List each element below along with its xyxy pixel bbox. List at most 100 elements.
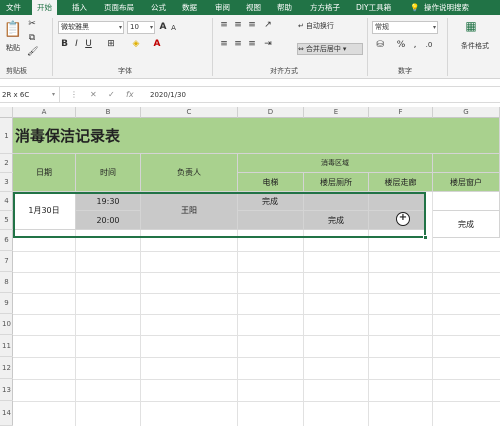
row-headers: 1 2 3 4 5 6 7 8 9 10 11 12 13 14 — [0, 118, 13, 426]
name-box[interactable]: 2R x 6C — [0, 87, 60, 103]
cell-e4[interactable] — [304, 192, 369, 211]
cell-g5[interactable]: 完成 — [433, 211, 500, 238]
date-cell[interactable]: 1月30日 — [13, 192, 76, 230]
cut-icon[interactable]: ✂ — [27, 19, 37, 30]
fill-color-icon[interactable]: ◈ — [130, 39, 142, 50]
row-header-11[interactable]: 11 — [0, 335, 13, 357]
comma-style-icon[interactable]: , — [410, 40, 420, 51]
cell-e5[interactable]: 完成 — [304, 211, 369, 230]
font-color-icon[interactable]: A — [152, 39, 162, 50]
column-header-a[interactable]: A — [13, 107, 76, 118]
column-header-e[interactable]: E — [304, 107, 369, 118]
tab-insert[interactable]: 插入 — [72, 0, 87, 15]
time-cell-2[interactable]: 20:00 — [76, 211, 141, 230]
formula-content[interactable]: 2020/1/30 — [150, 87, 186, 103]
copy-icon[interactable]: ⧉ — [27, 33, 37, 44]
align-right-icon[interactable]: ≡ — [246, 39, 258, 50]
cancel-icon[interactable]: ✕ — [90, 87, 97, 103]
header-date[interactable]: 日期 — [13, 154, 76, 192]
row-header-12[interactable]: 12 — [0, 357, 13, 379]
increase-decimal-icon[interactable]: .0 — [423, 40, 435, 51]
header-person[interactable]: 负责人 — [141, 154, 238, 192]
currency-icon[interactable]: ⛁ — [374, 40, 386, 51]
header-corridor[interactable]: 楼层走廊 — [369, 173, 433, 192]
header-area[interactable]: 消毒区域 — [238, 154, 433, 173]
row-header-1[interactable]: 1 — [0, 118, 13, 154]
chevron-down-icon: ▾ — [118, 24, 122, 31]
align-left-icon[interactable]: ≡ — [218, 39, 230, 50]
tell-me-search[interactable]: 操作说明搜索 — [424, 0, 469, 15]
header-window[interactable]: 楼层窗户 — [433, 173, 500, 192]
align-top-icon[interactable]: ≡ — [218, 20, 230, 31]
italic-icon[interactable]: I — [72, 39, 81, 50]
time-cell-1[interactable]: 19:30 — [76, 192, 141, 211]
align-center-icon[interactable]: ≡ — [232, 39, 244, 50]
shrink-font-icon[interactable]: A — [169, 23, 178, 34]
tab-diy-toolbox[interactable]: DIY工具箱 — [356, 0, 391, 15]
function-icon[interactable]: fx — [126, 87, 134, 103]
chevron-down-icon[interactable]: ▾ — [52, 87, 55, 103]
enter-icon[interactable]: ✓ — [108, 87, 115, 103]
merge-center-button[interactable]: ⇔ 合并后居中 ▾ — [297, 43, 363, 55]
row-header-6[interactable]: 6 — [0, 230, 13, 251]
tab-file[interactable]: 文件 — [6, 0, 21, 15]
align-bottom-icon[interactable]: ≡ — [246, 20, 258, 31]
more-icon: ⋮ — [70, 90, 78, 99]
row-header-4[interactable]: 4 — [0, 192, 13, 211]
tab-page-layout[interactable]: 页面布局 — [104, 0, 134, 15]
ribbon-tab-bar: 文件 开始 插入 页面布局 公式 数据 审阅 视图 帮助 方方格子 DIY工具箱… — [0, 0, 500, 15]
borders-icon[interactable]: ⊞ — [105, 39, 117, 50]
align-middle-icon[interactable]: ≡ — [232, 20, 244, 31]
row-header-13[interactable]: 13 — [0, 379, 13, 401]
cell-g4[interactable] — [433, 192, 500, 211]
format-painter-icon[interactable]: 🖌 — [27, 47, 38, 58]
column-header-c[interactable]: C — [141, 107, 238, 118]
conditional-format-button[interactable]: 条件格式 — [452, 41, 498, 51]
percent-icon[interactable]: % — [396, 40, 406, 51]
select-all-corner[interactable] — [0, 107, 13, 118]
header-time[interactable]: 时间 — [76, 154, 141, 192]
row-header-14[interactable]: 14 — [0, 401, 13, 426]
row-header-10[interactable]: 10 — [0, 314, 13, 335]
column-header-f[interactable]: F — [369, 107, 433, 118]
cell-d5[interactable] — [238, 211, 304, 230]
header-toilet[interactable]: 楼层厕所 — [304, 173, 369, 192]
column-header-g[interactable]: G — [433, 107, 500, 118]
wrap-text-button[interactable]: ↵ 自动换行 — [298, 20, 348, 32]
tab-review[interactable]: 审阅 — [215, 0, 230, 15]
tab-view[interactable]: 视图 — [246, 0, 261, 15]
paste-button[interactable]: 粘贴 — [3, 43, 23, 53]
row-header-8[interactable]: 8 — [0, 272, 13, 293]
gridline — [75, 230, 76, 426]
cursor-move-icon: + — [396, 212, 410, 226]
indent-icon[interactable]: ⇥ — [262, 39, 274, 50]
row-header-7[interactable]: 7 — [0, 251, 13, 272]
row-header-3[interactable]: 3 — [0, 173, 13, 192]
row-header-2[interactable]: 2 — [0, 154, 13, 173]
tab-home[interactable]: 开始 — [32, 0, 57, 15]
cell-d4[interactable]: 完成 — [238, 192, 304, 211]
number-format-combo[interactable]: 常规 ▾ — [372, 21, 438, 34]
fill-handle[interactable] — [423, 235, 428, 240]
bold-icon[interactable]: B — [60, 39, 69, 50]
title-cell[interactable]: 消毒保洁记录表 — [13, 118, 500, 154]
grow-font-icon[interactable]: A — [158, 22, 168, 33]
paste-icon[interactable]: 📋 — [3, 19, 23, 39]
tab-fangfang[interactable]: 方方格子 — [310, 0, 340, 15]
row-header-5[interactable]: 5 — [0, 211, 13, 230]
column-header-d[interactable]: D — [238, 107, 304, 118]
tab-data[interactable]: 数据 — [182, 0, 197, 15]
cell-f4[interactable] — [369, 192, 426, 211]
conditional-format-icon[interactable]: ▦ — [462, 20, 480, 32]
orientation-icon[interactable]: ↗ — [262, 20, 274, 31]
row-header-9[interactable]: 9 — [0, 293, 13, 314]
column-header-b[interactable]: B — [76, 107, 141, 118]
person-cell[interactable]: 王阳 — [141, 192, 238, 230]
header-g2[interactable] — [433, 154, 500, 173]
underline-icon[interactable]: U — [84, 39, 93, 50]
font-name-combo[interactable]: 微软雅黑 ▾ — [58, 21, 124, 34]
header-elevator[interactable]: 电梯 — [238, 173, 304, 192]
font-size-combo[interactable]: 10 ▾ — [127, 21, 155, 34]
tab-formulas[interactable]: 公式 — [151, 0, 166, 15]
tab-help[interactable]: 帮助 — [277, 0, 292, 15]
